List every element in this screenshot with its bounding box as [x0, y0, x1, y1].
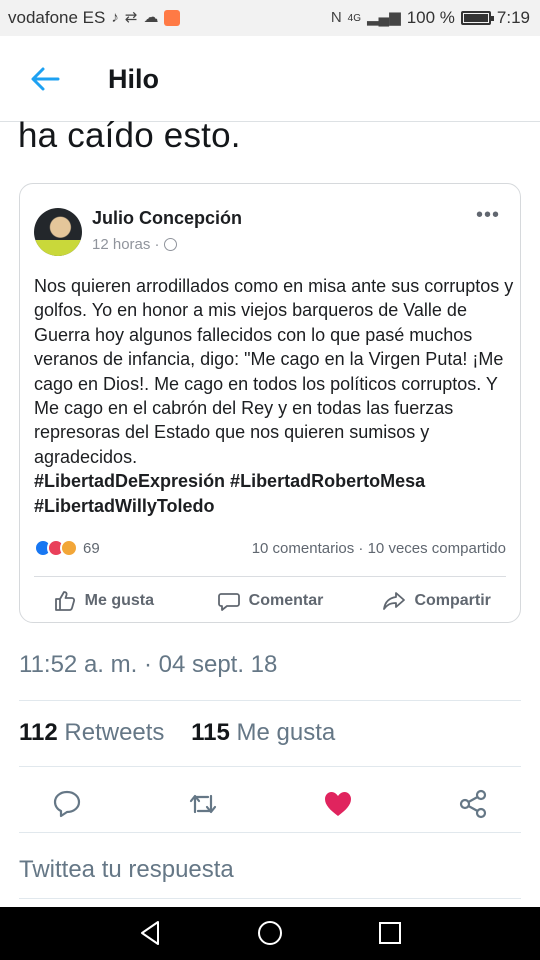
divider: [19, 700, 521, 701]
tweet-stats: 112 Retweets 115 Me gusta: [19, 719, 335, 747]
author-avatar[interactable]: [34, 208, 82, 256]
retweets-label: Retweets: [64, 719, 165, 746]
carrier-label: vodafone ES: [8, 8, 106, 27]
likes-stat[interactable]: 115 Me gusta: [191, 719, 335, 746]
back-triangle-icon[interactable]: [136, 918, 166, 948]
system-nav-bar: [0, 907, 540, 960]
reply-icon[interactable]: [51, 788, 83, 820]
post-author[interactable]: Julio Concepción: [92, 208, 242, 229]
fb-share-button[interactable]: Compartir: [353, 586, 520, 616]
page-title: Hilo: [108, 64, 159, 94]
network-type: 4G: [347, 12, 361, 24]
post-meta: 12 horas ·: [92, 236, 177, 253]
share-icon[interactable]: [457, 788, 489, 820]
fb-comment-label: Comentar: [248, 592, 324, 609]
share-arrow-icon: [383, 592, 406, 610]
signal-icon: ▂▄▆: [367, 9, 401, 26]
heart-icon[interactable]: [322, 788, 354, 820]
retweet-icon[interactable]: [187, 788, 219, 820]
data-transfer-icon: ⇄: [124, 9, 138, 26]
post-text: Nos quieren arrodillados como en misa an…: [34, 276, 514, 467]
battery-icon: [460, 11, 494, 25]
clock: 7:19: [496, 8, 530, 27]
hashtags-line-1[interactable]: #LibertadDeExpresión #LibertadRobertoMes…: [34, 469, 516, 493]
recents-square-icon[interactable]: [375, 918, 405, 948]
status-bar: vodafone ES ♪ ⇄ ☁ N 4G ▂▄▆ 100 % 7:19: [0, 0, 540, 36]
fb-like-button[interactable]: Me gusta: [20, 586, 187, 616]
post-body: Nos quieren arrodillados como en misa an…: [34, 274, 516, 518]
divider: [19, 766, 521, 767]
thumbs-up-icon: [54, 591, 75, 611]
retweets-count: 112: [19, 719, 58, 746]
reactions-summary[interactable]: 69: [34, 539, 100, 557]
comment-bubble-icon: [217, 593, 240, 611]
divider: [19, 898, 521, 899]
hashtags-line-2[interactable]: #LibertadWillyToledo: [34, 494, 516, 518]
fb-comment-button[interactable]: Comentar: [187, 586, 354, 616]
comments-shares-count[interactable]: 10 comentarios · 10 veces compartido: [252, 540, 506, 557]
tweet-text: ha caído esto.: [18, 116, 241, 155]
embedded-post-card[interactable]: Julio Concepción 12 horas · ••• Nos quie…: [19, 183, 521, 623]
likes-label: Me gusta: [236, 719, 336, 746]
post-time: 12 horas ·: [92, 236, 160, 253]
battery-percent: 100 %: [406, 8, 455, 27]
arrow-left-icon[interactable]: [28, 62, 62, 96]
globe-icon: [163, 238, 177, 251]
nfc-icon: N: [330, 9, 342, 26]
tweet-actions: [0, 780, 540, 826]
app-header: Hilo: [0, 36, 540, 122]
cloud-icon: ☁: [143, 9, 159, 26]
fb-share-label: Compartir: [414, 592, 491, 609]
notification-icon: [164, 10, 181, 26]
music-note-icon: ♪: [111, 9, 119, 26]
likes-count: 115: [191, 719, 230, 746]
reply-input[interactable]: Twittea tu respuesta: [19, 856, 234, 884]
post-actions: Me gusta Comentar Compartir: [20, 586, 520, 616]
tweet-timestamp[interactable]: 11:52 a. m. · 04 sept. 18: [19, 651, 277, 679]
home-circle-icon[interactable]: [255, 918, 285, 948]
card-divider: [34, 576, 506, 577]
retweets-stat[interactable]: 112 Retweets: [19, 719, 164, 746]
fb-like-label: Me gusta: [84, 592, 154, 609]
more-options-icon[interactable]: •••: [476, 204, 500, 227]
reactions-count: 69: [83, 539, 100, 557]
divider: [19, 832, 521, 833]
angry-reaction-icon: [60, 539, 78, 557]
